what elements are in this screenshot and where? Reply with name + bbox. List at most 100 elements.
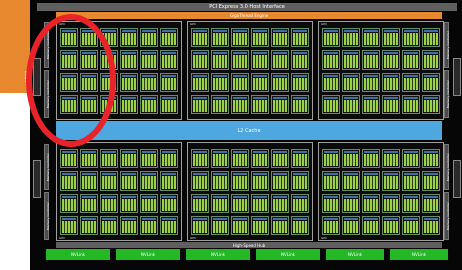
- cuda-cores: [62, 176, 76, 189]
- sm-unit: [120, 171, 138, 191]
- sm-unit: [362, 149, 380, 169]
- sm-unit: [120, 50, 138, 70]
- cuda-cores: [324, 220, 338, 233]
- sm-unit: [422, 193, 440, 213]
- cuda-cores: [404, 99, 418, 112]
- sm-unit: [322, 171, 340, 191]
- cuda-cores: [424, 33, 438, 46]
- sm-unit: [291, 193, 309, 213]
- cuda-cores: [273, 77, 287, 90]
- sm-unit: [251, 94, 269, 114]
- sm-unit: [342, 50, 360, 70]
- sm-unit: [160, 50, 178, 70]
- sm-unit: [362, 50, 380, 70]
- cuda-cores: [213, 77, 227, 90]
- annotation-ellipse: [26, 14, 116, 147]
- cuda-cores: [293, 33, 307, 46]
- sm-unit: [271, 149, 289, 169]
- sm-unit: [120, 215, 138, 235]
- sm-unit: [382, 171, 400, 191]
- hbm-label-left-bottom: HBM2: [24, 172, 30, 185]
- sm-unit: [191, 193, 209, 213]
- cuda-cores: [253, 154, 267, 167]
- cuda-cores: [364, 154, 378, 167]
- sm-unit: [271, 215, 289, 235]
- sm-unit: [402, 193, 420, 213]
- cuda-cores: [424, 176, 438, 189]
- cuda-cores: [273, 33, 287, 46]
- cuda-cores: [344, 176, 358, 189]
- cuda-cores: [293, 154, 307, 167]
- cuda-cores: [324, 33, 338, 46]
- memory-controller-label: Memory Controller: [45, 202, 50, 230]
- sm-unit: [251, 149, 269, 169]
- cuda-cores: [364, 33, 378, 46]
- cuda-cores: [344, 220, 358, 233]
- cuda-cores: [364, 176, 378, 189]
- sm-unit: [362, 94, 380, 114]
- cuda-cores: [162, 176, 176, 189]
- sm-unit: [80, 171, 98, 191]
- cuda-cores: [142, 154, 156, 167]
- sm-unit: [231, 149, 249, 169]
- sm-unit: [140, 72, 158, 92]
- cuda-cores: [162, 33, 176, 46]
- sm-unit: [140, 149, 158, 169]
- high-speed-hub: High-Speed Hub: [56, 242, 442, 248]
- cuda-cores: [324, 77, 338, 90]
- cuda-cores: [233, 55, 247, 68]
- sm-unit: [382, 149, 400, 169]
- cuda-cores: [324, 99, 338, 112]
- nvlink-4: NVLink: [256, 249, 320, 260]
- cuda-cores: [293, 220, 307, 233]
- hbm-stack-left-bottom: [33, 160, 41, 198]
- sm-unit: [322, 28, 340, 48]
- cuda-cores: [384, 198, 398, 211]
- cuda-cores: [253, 55, 267, 68]
- sm-unit: [140, 50, 158, 70]
- cuda-cores: [384, 33, 398, 46]
- sm-unit: [271, 193, 289, 213]
- gpc-label: GPC: [321, 22, 328, 26]
- cuda-cores: [193, 220, 207, 233]
- nvlink-1: NVLink: [46, 249, 110, 260]
- cuda-cores: [273, 154, 287, 167]
- cuda-cores: [344, 198, 358, 211]
- sm-unit: [60, 215, 78, 235]
- sm-unit: [362, 193, 380, 213]
- sm-unit: [191, 50, 209, 70]
- cuda-cores: [253, 99, 267, 112]
- cuda-cores: [233, 154, 247, 167]
- sm-unit: [342, 193, 360, 213]
- cuda-cores: [344, 77, 358, 90]
- sm-unit: [291, 72, 309, 92]
- sm-unit: [140, 94, 158, 114]
- sm-unit: [160, 28, 178, 48]
- sm-unit: [191, 215, 209, 235]
- cuda-cores: [424, 55, 438, 68]
- cuda-cores: [384, 55, 398, 68]
- cuda-cores: [82, 220, 96, 233]
- nvlink-2: NVLink: [116, 249, 180, 260]
- sm-unit: [211, 72, 229, 92]
- sm-unit: [251, 50, 269, 70]
- cuda-cores: [193, 198, 207, 211]
- sm-unit: [60, 149, 78, 169]
- sm-unit: [382, 193, 400, 213]
- cuda-cores: [404, 77, 418, 90]
- cuda-cores: [193, 77, 207, 90]
- cuda-cores: [293, 55, 307, 68]
- cuda-cores: [253, 198, 267, 211]
- cuda-cores: [273, 198, 287, 211]
- cuda-cores: [273, 55, 287, 68]
- cuda-cores: [122, 55, 136, 68]
- nvlink-3: NVLink: [186, 249, 250, 260]
- gpc-label: GPC: [190, 22, 197, 26]
- sm-unit: [160, 193, 178, 213]
- cuda-cores: [62, 154, 76, 167]
- sm-unit: [60, 193, 78, 213]
- sm-unit: [251, 72, 269, 92]
- sm-unit: [422, 215, 440, 235]
- cuda-cores: [162, 154, 176, 167]
- cuda-cores: [122, 154, 136, 167]
